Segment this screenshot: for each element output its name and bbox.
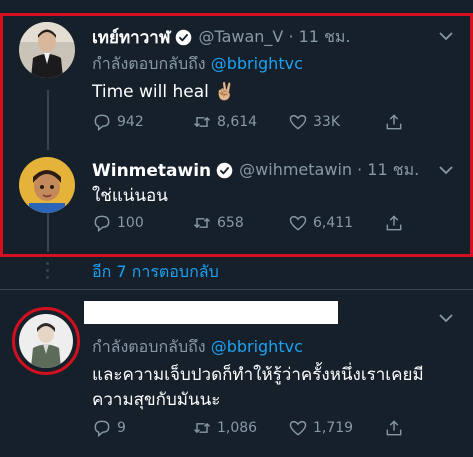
replying-to: กำลังตอบกลับถึง @bbrightvc [92, 335, 303, 360]
tweet-text-line: ความสุขกับมันนะ [92, 390, 221, 410]
tweet-3[interactable]: กำลังตอบกลับถึง @bbrightvc และความเจ็บปว… [0, 290, 473, 457]
reply-button[interactable]: 9 [92, 418, 192, 438]
avatar[interactable] [19, 22, 75, 78]
retweet-count: 8,614 [217, 114, 258, 130]
retweet-button[interactable]: 1,086 [192, 418, 288, 438]
share-icon [386, 215, 402, 231]
chevron-down-icon[interactable] [438, 164, 454, 176]
reply-count: 100 [117, 215, 144, 231]
share-button[interactable] [384, 213, 409, 233]
like-count: 1,719 [313, 420, 354, 436]
like-button[interactable]: 1,719 [288, 418, 384, 438]
reply-icon [94, 420, 110, 437]
handle-time[interactable]: @wihmetawin · 11 ชม. [239, 158, 419, 183]
chevron-down-icon[interactable] [438, 312, 454, 324]
author-row: เทย์ทาวาฬ @Tawan_V · 11 ชม. [92, 24, 351, 51]
reply-button[interactable]: 100 [92, 213, 192, 233]
show-more-replies-link[interactable]: อีก 7 การตอบกลับ [92, 260, 219, 285]
like-button[interactable]: 6,411 [288, 213, 384, 233]
share-button[interactable] [384, 112, 409, 132]
avatar[interactable] [19, 314, 73, 368]
redacted-name [84, 301, 338, 324]
like-count: 6,411 [313, 215, 354, 231]
retweet-icon [193, 116, 211, 128]
reply-icon [94, 215, 110, 232]
like-icon [289, 216, 307, 231]
share-button[interactable] [384, 418, 409, 438]
verified-badge-icon [216, 162, 233, 179]
reply-to-link[interactable]: @bbrightvc [211, 337, 303, 356]
reply-to-link[interactable]: @bbrightvc [211, 54, 303, 73]
tweet-text-line: และความเจ็บปวดก็ทำให้รู้ว่าครั้งหนึ่งเรา… [92, 365, 424, 385]
like-count: 33K [313, 114, 340, 130]
tweet-1[interactable]: เทย์ทาวาฬ @Tawan_V · 11 ชม. กำลังตอบกลับ… [0, 0, 473, 150]
share-icon [386, 114, 402, 130]
chevron-down-icon[interactable] [438, 30, 454, 42]
replying-to: กำลังตอบกลับถึง @bbrightvc [92, 52, 303, 77]
action-bar: 9 1,086 1,719 [92, 418, 409, 438]
display-name[interactable]: เทย์ทาวาฬ [92, 24, 170, 51]
tweet-text: และความเจ็บปวดก็ทำให้รู้ว่าครั้งหนึ่งเรา… [92, 363, 462, 413]
retweet-icon [193, 422, 211, 434]
retweet-button[interactable]: 658 [192, 213, 288, 233]
reply-button[interactable]: 942 [92, 112, 192, 132]
action-bar: 942 8,614 33K [92, 112, 409, 132]
like-button[interactable]: 33K [288, 112, 384, 132]
reply-icon [94, 114, 110, 131]
thread-dots [46, 262, 49, 279]
tweet-text: Time will heal ✌🏼 [92, 82, 236, 102]
like-icon [289, 115, 307, 130]
retweet-icon [193, 217, 211, 229]
reply-count: 942 [117, 114, 144, 130]
author-row: Winmetawin @wihmetawin · 11 ชม. [92, 158, 419, 183]
verified-badge-icon [176, 29, 192, 46]
tweet-2[interactable]: Winmetawin @wihmetawin · 11 ชม. ใช่แน่นอ… [0, 150, 473, 255]
action-bar: 100 658 6,411 [92, 213, 409, 233]
like-icon [289, 421, 307, 436]
retweet-count: 658 [217, 215, 244, 231]
display-name[interactable]: Winmetawin [92, 161, 211, 181]
reply-prefix: กำลังตอบกลับถึง [92, 337, 206, 356]
retweet-count: 1,086 [217, 420, 258, 436]
handle-time[interactable]: @Tawan_V · 11 ชม. [198, 25, 350, 50]
reply-prefix: กำลังตอบกลับถึง [92, 54, 206, 73]
share-icon [386, 420, 402, 436]
avatar[interactable] [19, 157, 75, 213]
tweet-text: ใช่แน่นอน [92, 186, 168, 206]
retweet-button[interactable]: 8,614 [192, 112, 288, 132]
reply-count: 9 [117, 420, 126, 436]
